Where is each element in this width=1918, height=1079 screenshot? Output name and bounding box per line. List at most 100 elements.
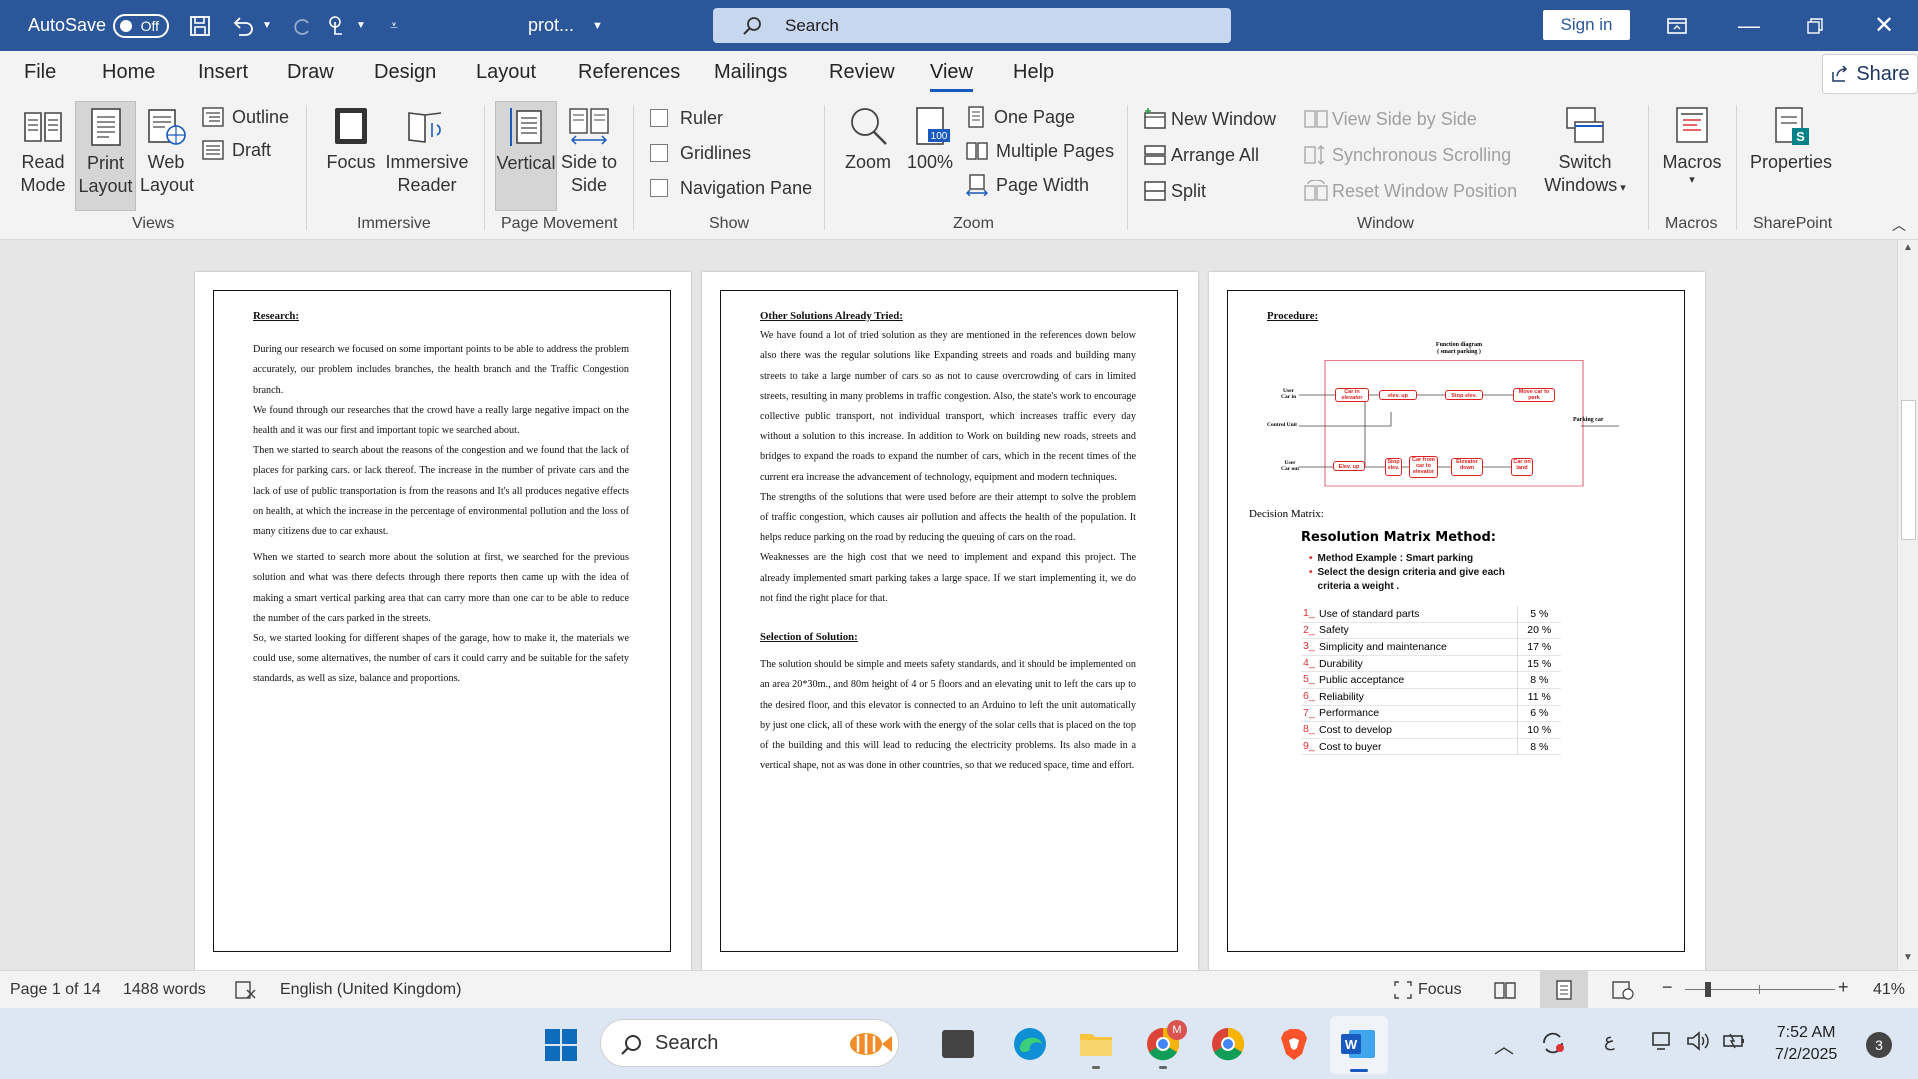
- share-button[interactable]: Share: [1822, 54, 1918, 94]
- side-to-side-button[interactable]: Side to Side: [560, 105, 618, 197]
- network-icon[interactable]: [1652, 1030, 1676, 1057]
- print-layout-view-icon[interactable]: [1540, 971, 1588, 1008]
- vertical-button[interactable]: Vertical: [495, 101, 557, 211]
- properties-button[interactable]: S Properties: [1746, 105, 1836, 174]
- undo-icon[interactable]: [230, 0, 256, 51]
- read-mode-view-icon[interactable]: [1494, 980, 1516, 1005]
- chrome-icon[interactable]: [1210, 1026, 1246, 1062]
- word-taskbar-button[interactable]: W: [1330, 1016, 1388, 1074]
- paragraph: During our research we focused on some i…: [253, 344, 629, 396]
- sync-icon[interactable]: [1540, 1030, 1566, 1061]
- tab-design[interactable]: Design: [374, 61, 436, 84]
- tab-references[interactable]: References: [578, 61, 680, 84]
- search-input[interactable]: Search: [713, 8, 1231, 43]
- zoom-out-icon[interactable]: −: [1662, 977, 1673, 998]
- navigation-pane-checkbox[interactable]: Navigation Pane: [650, 176, 812, 200]
- page-text: Other Solutions Already Tried: We have f…: [760, 306, 1136, 776]
- view-side-by-side-button[interactable]: View Side by Side: [1304, 107, 1477, 131]
- touch-dropdown-icon[interactable]: ▼: [356, 0, 366, 51]
- synchronous-scrolling-button[interactable]: Synchronous Scrolling: [1304, 143, 1511, 167]
- section-heading: Research:: [253, 310, 299, 322]
- tab-review[interactable]: Review: [829, 61, 895, 84]
- macros-button[interactable]: Macros ▾: [1658, 105, 1726, 186]
- save-icon[interactable]: [188, 0, 212, 51]
- battery-icon[interactable]: [1722, 1030, 1748, 1057]
- reset-window-position-button[interactable]: Reset Window Position: [1304, 179, 1517, 203]
- task-view-icon[interactable]: [942, 1030, 974, 1058]
- new-window-button[interactable]: New Window: [1143, 107, 1276, 131]
- ribbon-display-icon[interactable]: [1666, 0, 1688, 51]
- print-layout-button[interactable]: Print Layout: [75, 101, 136, 211]
- page-width-button[interactable]: Page Width: [966, 173, 1089, 197]
- gridlines-checkbox[interactable]: Gridlines: [650, 141, 751, 165]
- zoom-button[interactable]: Zoom: [840, 105, 896, 174]
- criterion-name: Reliability: [1319, 688, 1518, 706]
- customize-qat-icon[interactable]: ⩡: [390, 0, 398, 51]
- clock[interactable]: 7:52 AM 7/2/2025: [1775, 1022, 1837, 1066]
- zoom-slider-thumb[interactable]: [1705, 982, 1711, 997]
- sign-in-button[interactable]: Sign in: [1543, 10, 1630, 40]
- notification-count[interactable]: 3: [1866, 1032, 1892, 1058]
- switch-windows-button[interactable]: Switch Windows ▾: [1536, 105, 1634, 200]
- tab-home[interactable]: Home: [102, 61, 155, 84]
- close-icon[interactable]: ✕: [1874, 0, 1894, 51]
- undo-dropdown-icon[interactable]: ▼: [262, 0, 272, 51]
- paragraph: The solution should be simple and meets …: [760, 659, 1136, 772]
- focus-button[interactable]: Focus: [323, 105, 379, 174]
- file-explorer-icon[interactable]: [1078, 1026, 1114, 1069]
- read-mode-button[interactable]: Read Mode: [12, 105, 74, 197]
- zoom-in-icon[interactable]: +: [1838, 977, 1849, 998]
- page-count[interactable]: Page 1 of 14: [10, 981, 101, 999]
- restore-icon[interactable]: [1806, 0, 1824, 51]
- criterion-name: Cost to buyer: [1319, 738, 1518, 755]
- document-title[interactable]: prot...: [528, 0, 574, 51]
- collapse-ribbon-icon[interactable]: ︿: [1892, 215, 1906, 235]
- minimize-icon[interactable]: —: [1738, 0, 1760, 51]
- tab-draw[interactable]: Draw: [287, 61, 334, 84]
- scroll-thumb[interactable]: [1901, 400, 1916, 540]
- one-page-button[interactable]: One Page: [966, 105, 1075, 129]
- proofing-icon[interactable]: [234, 980, 256, 1005]
- tab-view[interactable]: View: [930, 61, 973, 92]
- tab-insert[interactable]: Insert: [198, 61, 248, 84]
- tab-mailings[interactable]: Mailings: [714, 61, 787, 84]
- web-layout-view-icon[interactable]: [1612, 980, 1634, 1005]
- outline-button[interactable]: Outline: [202, 105, 289, 129]
- zoom-slider[interactable]: [1685, 982, 1835, 997]
- vertical-scrollbar[interactable]: ▲ ▼: [1897, 240, 1918, 970]
- tab-help[interactable]: Help: [1013, 61, 1054, 84]
- edge-icon[interactable]: [1012, 1026, 1048, 1062]
- focus-mode-button[interactable]: Focus: [1394, 981, 1462, 999]
- zoom-level[interactable]: 41%: [1873, 981, 1905, 999]
- document-page[interactable]: Other Solutions Already Tried: We have f…: [702, 272, 1198, 970]
- show-hidden-icons[interactable]: ︿: [1494, 1030, 1514, 1059]
- start-icon[interactable]: [545, 1029, 577, 1066]
- zoom-100-button[interactable]: 100 100%: [902, 105, 958, 174]
- redo-icon[interactable]: [288, 0, 314, 51]
- scroll-down-icon[interactable]: ▼: [1903, 952, 1913, 963]
- title-dropdown-icon[interactable]: ▼: [592, 0, 603, 51]
- document-page[interactable]: Research: During our research we focused…: [195, 272, 691, 970]
- language[interactable]: English (United Kingdom): [280, 981, 461, 999]
- tab-layout[interactable]: Layout: [476, 61, 536, 84]
- immersive-reader-button[interactable]: Immersive Reader: [382, 105, 472, 197]
- tab-file[interactable]: File: [24, 61, 56, 84]
- touch-mode-icon[interactable]: [326, 0, 348, 51]
- word-count[interactable]: 1488 words: [123, 981, 206, 999]
- brave-icon[interactable]: [1276, 1026, 1312, 1062]
- scroll-up-icon[interactable]: ▲: [1903, 242, 1913, 253]
- arrange-all-button[interactable]: Arrange All: [1143, 143, 1259, 167]
- multiple-pages-button[interactable]: Multiple Pages: [966, 139, 1114, 163]
- split-button[interactable]: Split: [1143, 179, 1206, 203]
- draft-icon: [202, 140, 224, 160]
- chrome-profile-icon[interactable]: M: [1145, 1020, 1187, 1069]
- criteria-table: 1_ Use of standard parts 5 % 2_ Safety 20 % 3_…: [1301, 606, 1561, 755]
- draft-button[interactable]: Draft: [202, 138, 271, 162]
- ruler-checkbox[interactable]: Ruler: [650, 106, 723, 130]
- volume-icon[interactable]: [1686, 1030, 1710, 1057]
- document-page[interactable]: Procedure: Function diagram ( smart park…: [1209, 272, 1705, 970]
- autosave-toggle[interactable]: Off: [113, 0, 169, 51]
- web-layout-button[interactable]: Web Layout: [140, 105, 194, 197]
- taskbar-search[interactable]: Search: [600, 1019, 899, 1067]
- input-language[interactable]: ع: [1604, 1030, 1615, 1051]
